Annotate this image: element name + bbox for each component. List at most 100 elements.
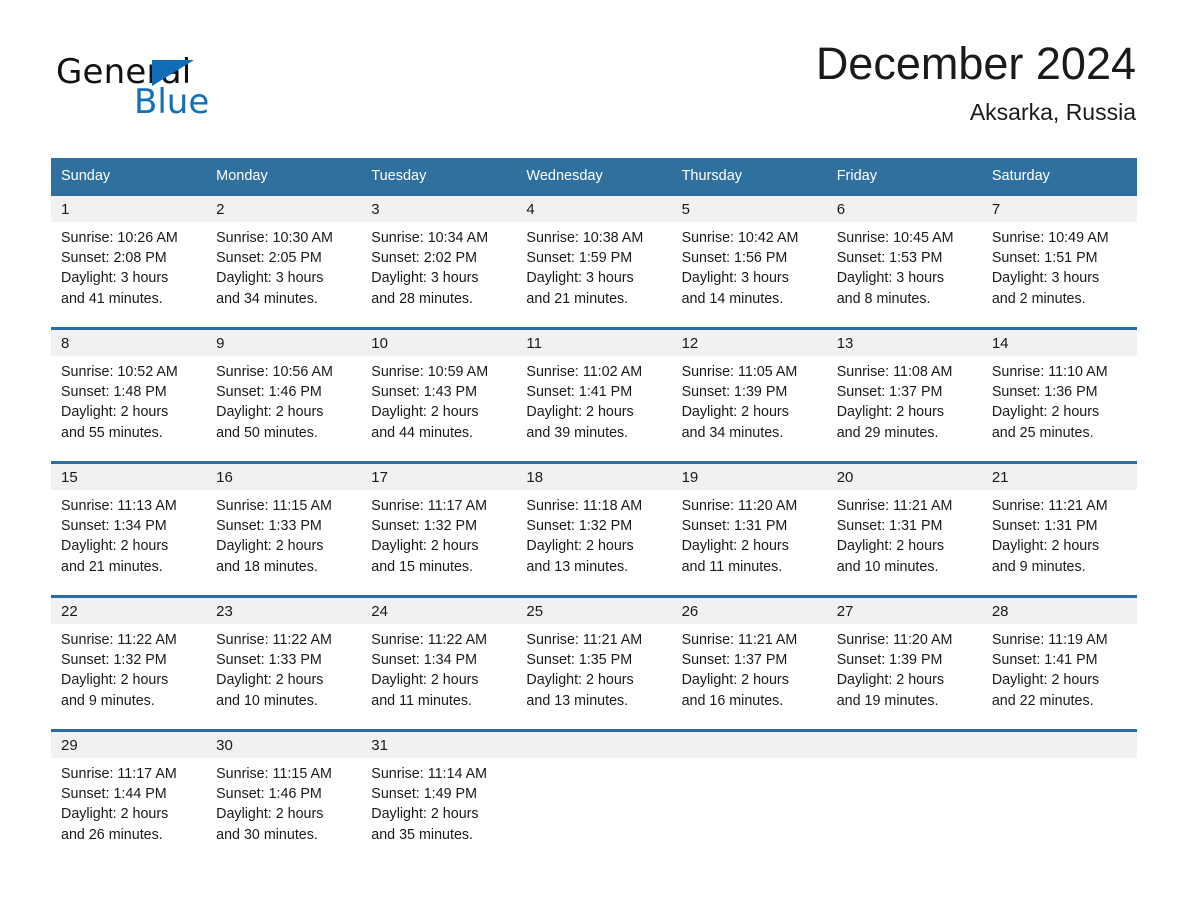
day-details: Sunrise: 11:18 AM Sunset: 1:32 PM Daylight… (516, 490, 671, 577)
daylight-text-line1: Daylight: 3 hours (991, 270, 1100, 287)
sunrise-text: Sunrise: 10:49 AM (991, 230, 1109, 246)
day-cell[interactable]: 9 Sunrise: 10:56 AM Sunset: 1:46 PM Dayligh… (206, 327, 362, 463)
day-number: 5 (671, 196, 827, 222)
sunset-text: Sunset: 2:08 PM (61, 250, 167, 267)
sunset-text: Sunset: 1:32 PM (371, 518, 477, 535)
sunset-text: Sunset: 1:33 PM (216, 652, 322, 669)
day-cell[interactable]: 25 Sunrise: 11:21 AM Sunset: 1:35 PM Daylig… (516, 595, 672, 731)
day-cell[interactable]: 4 Sunrise: 10:38 AM Sunset: 1:59 PM Dayligh… (516, 194, 672, 329)
day-cell[interactable]: 5 Sunrise: 10:42 AM Sunset: 1:56 PM Dayligh… (671, 194, 827, 329)
daylight-text-line2: and 25 minutes. (991, 424, 1094, 441)
day-details: Sunrise: 11:21 AM Sunset: 1:35 PM Daylight… (516, 624, 671, 711)
sunrise-text: Sunrise: 11:20 AM (681, 498, 798, 514)
day-cell[interactable]: 2 Sunrise: 10:30 AM Sunset: 2:05 PM Dayligh… (206, 194, 362, 329)
day-details: Sunrise: 11:19 AM Sunset: 1:41 PM Daylight… (982, 624, 1137, 711)
day-cell[interactable]: 12 Sunrise: 11:05 AM Sunset: 1:39 PM Daylig… (671, 327, 827, 463)
day-cell[interactable]: 28 Sunrise: 11:19 AM Sunset: 1:41 PM Daylig… (981, 595, 1137, 731)
daylight-text-line1: Daylight: 2 hours (216, 404, 324, 421)
daylight-text-line2: and 19 minutes. (836, 692, 939, 709)
day-cell[interactable]: 23 Sunrise: 11:22 AM Sunset: 1:33 PM Daylig… (206, 595, 362, 731)
day-cell[interactable]: 15 Sunrise: 11:13 AM Sunset: 1:34 PM Daylig… (51, 461, 207, 597)
day-details: Sunrise: 11:08 AM Sunset: 1:37 PM Daylight… (827, 356, 982, 443)
day-details: Sunrise: 10:45 AM Sunset: 1:53 PM Daylight… (827, 222, 982, 309)
day-number: 10 (361, 330, 517, 356)
daylight-text-line2: and 18 minutes. (216, 558, 318, 575)
sunset-text: Sunset: 1:51 PM (991, 250, 1098, 267)
day-details: Sunrise: 11:21 AM Sunset: 1:31 PM Daylight… (827, 490, 982, 577)
daylight-text-line2: and 50 minutes. (216, 424, 318, 441)
weekday-header-sunday: Sunday (51, 158, 207, 195)
daylight-text-line2: and 15 minutes. (371, 558, 474, 575)
sunrise-text: Sunrise: 11:20 AM (836, 632, 953, 648)
day-details: Sunrise: 11:15 AM Sunset: 1:33 PM Daylight… (206, 490, 361, 577)
sunrise-text: Sunrise: 11:22 AM (61, 632, 177, 648)
day-details: Sunrise: 11:22 AM Sunset: 1:32 PM Daylight… (51, 624, 206, 711)
sunset-text: Sunset: 1:43 PM (371, 384, 477, 401)
logo-text-blue: Blue (134, 82, 210, 122)
day-cell[interactable]: 13 Sunrise: 11:08 AM Sunset: 1:37 PM Daylig… (826, 327, 982, 463)
sunset-text: Sunset: 1:53 PM (836, 250, 943, 267)
page-header: General Blue December 2024 Aksarka, Russ… (0, 0, 1188, 126)
day-cell[interactable]: 18 Sunrise: 11:18 AM Sunset: 1:32 PM Daylig… (516, 461, 672, 597)
daylight-text-line2: and 41 minutes. (61, 290, 163, 307)
day-number: 9 (206, 330, 362, 356)
sunset-text: Sunset: 1:34 PM (61, 518, 167, 535)
sunset-text: Sunset: 1:31 PM (681, 518, 788, 535)
day-cell[interactable]: 11 Sunrise: 11:02 AM Sunset: 1:41 PM Daylig… (516, 327, 672, 463)
weekday-header-monday: Monday (206, 158, 362, 195)
day-number: 14 (981, 330, 1137, 356)
daylight-text-line1: Daylight: 2 hours (526, 672, 634, 689)
daylight-text-line1: Daylight: 2 hours (216, 672, 324, 689)
day-number: 21 (981, 464, 1137, 490)
daylight-text-line1: Daylight: 2 hours (526, 538, 634, 555)
day-cell[interactable]: 20 Sunrise: 11:21 AM Sunset: 1:31 PM Daylig… (826, 461, 982, 597)
day-cell[interactable]: 7 Sunrise: 10:49 AM Sunset: 1:51 PM Dayligh… (981, 194, 1137, 329)
day-details: Sunrise: 10:59 AM Sunset: 1:43 PM Daylight… (361, 356, 516, 443)
day-number: 29 (51, 732, 207, 758)
day-number: 15 (51, 464, 207, 490)
day-cell[interactable]: 8 Sunrise: 10:52 AM Sunset: 1:48 PM Dayligh… (51, 327, 207, 463)
sunset-text: Sunset: 1:39 PM (681, 384, 788, 401)
day-cell[interactable]: 26 Sunrise: 11:21 AM Sunset: 1:37 PM Daylig… (671, 595, 827, 731)
day-cell[interactable]: 14 Sunrise: 11:10 AM Sunset: 1:36 PM Daylig… (981, 327, 1137, 463)
day-number: 25 (516, 598, 672, 624)
sunset-text: Sunset: 1:35 PM (526, 652, 633, 669)
sunrise-text: Sunrise: 10:38 AM (526, 230, 644, 246)
day-number: 12 (671, 330, 827, 356)
general-blue-logo[interactable]: General Blue (56, 52, 316, 122)
day-cell[interactable]: 27 Sunrise: 11:20 AM Sunset: 1:39 PM Daylig… (826, 595, 982, 731)
day-details: Sunrise: 10:26 AM Sunset: 2:08 PM Daylight… (51, 222, 206, 309)
day-details: Sunrise: 11:17 AM Sunset: 1:44 PM Daylight… (51, 758, 206, 845)
day-cell[interactable]: 19 Sunrise: 11:20 AM Sunset: 1:31 PM Daylig… (671, 461, 827, 597)
day-cell-empty (671, 729, 827, 863)
daylight-text-line2: and 21 minutes. (526, 290, 629, 307)
day-cell[interactable]: 17 Sunrise: 11:17 AM Sunset: 1:32 PM Daylig… (361, 461, 517, 597)
sunset-text: Sunset: 1:32 PM (526, 518, 633, 535)
daylight-text-line1: Daylight: 2 hours (991, 404, 1100, 421)
day-cell[interactable]: 31 Sunrise: 11:14 AM Sunset: 1:49 PM Daylig… (361, 729, 517, 863)
day-cell[interactable]: 6 Sunrise: 10:45 AM Sunset: 1:53 PM Dayligh… (826, 194, 982, 329)
day-details: Sunrise: 11:20 AM Sunset: 1:39 PM Daylight… (827, 624, 982, 711)
sunrise-text: Sunrise: 11:15 AM (216, 498, 332, 514)
day-cell[interactable]: 29 Sunrise: 11:17 AM Sunset: 1:44 PM Daylig… (51, 729, 207, 863)
day-cell[interactable]: 30 Sunrise: 11:15 AM Sunset: 1:46 PM Daylig… (206, 729, 362, 863)
day-cell[interactable]: 1 Sunrise: 10:26 AM Sunset: 2:08 PM Dayligh… (51, 194, 207, 329)
title-block: December 2024 Aksarka, Russia (816, 40, 1136, 126)
day-cell[interactable]: 24 Sunrise: 11:22 AM Sunset: 1:34 PM Daylig… (361, 595, 517, 731)
sunrise-text: Sunrise: 10:42 AM (681, 230, 799, 246)
daylight-text-line2: and 34 minutes. (681, 424, 784, 441)
sunset-text: Sunset: 1:37 PM (836, 384, 943, 401)
day-cell[interactable]: 16 Sunrise: 11:15 AM Sunset: 1:33 PM Daylig… (206, 461, 362, 597)
week-row: 22 Sunrise: 11:22 AM Sunset: 1:32 PM Daylig… (51, 595, 1137, 731)
day-cell[interactable]: 22 Sunrise: 11:22 AM Sunset: 1:32 PM Daylig… (51, 595, 207, 731)
daylight-text-line1: Daylight: 2 hours (371, 538, 479, 555)
daylight-text-line2: and 13 minutes. (526, 692, 629, 709)
day-cell[interactable]: 3 Sunrise: 10:34 AM Sunset: 2:02 PM Dayligh… (361, 194, 517, 329)
day-details: Sunrise: 11:21 AM Sunset: 1:31 PM Daylight… (982, 490, 1137, 577)
day-details: Sunrise: 10:52 AM Sunset: 1:48 PM Daylight… (51, 356, 206, 443)
day-cell[interactable]: 10 Sunrise: 10:59 AM Sunset: 1:43 PM Daylig… (361, 327, 517, 463)
page-title: December 2024 (815, 38, 1136, 89)
daylight-text-line1: Daylight: 2 hours (61, 672, 169, 689)
day-cell[interactable]: 21 Sunrise: 11:21 AM Sunset: 1:31 PM Daylig… (981, 461, 1137, 597)
sunrise-text: Sunrise: 11:22 AM (371, 632, 488, 648)
